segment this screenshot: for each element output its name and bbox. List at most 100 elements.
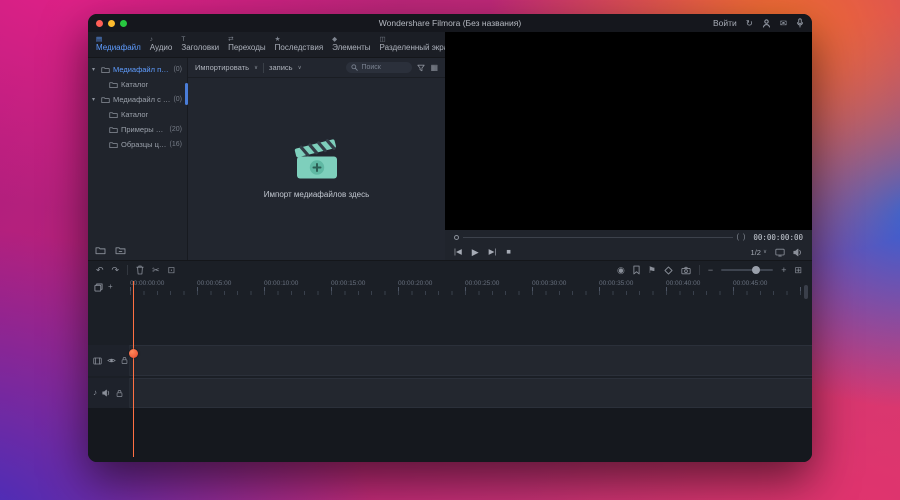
crop-icon[interactable]: ⊡ (168, 265, 176, 275)
sidebar-item[interactable]: ▾ Медиафайл с совме... (0) (88, 92, 187, 107)
tab-icon: ★ (274, 36, 281, 43)
new-folder-icon[interactable] (95, 246, 106, 255)
add-track-icon[interactable]: + (108, 283, 113, 291)
timeline-ruler[interactable]: 00:00:00:00 00:00:05:00 00:00:10:00 00:00:1… (130, 279, 812, 295)
delete-icon[interactable] (136, 265, 144, 275)
redo-icon[interactable]: ↷ (112, 265, 120, 275)
account-icon[interactable] (762, 18, 771, 28)
zoom-slider-handle[interactable] (752, 266, 761, 274)
tab-label: Переходы (228, 43, 266, 52)
search-input[interactable] (361, 64, 406, 71)
zoom-slider[interactable] (721, 266, 774, 274)
scrubber-track[interactable] (463, 236, 733, 238)
playhead-handle[interactable] (129, 349, 138, 358)
zoom-fit-icon[interactable]: ⊞ (794, 265, 802, 275)
search-box[interactable] (346, 62, 413, 73)
scrubber-handle[interactable] (454, 234, 459, 240)
undo-icon[interactable]: ↶ (96, 265, 104, 275)
ruler-timestamp: 00:00:30:00 (532, 280, 567, 287)
track-manage-header: + (88, 279, 130, 295)
zoom-window-button[interactable] (120, 19, 127, 27)
toolbar-tab[interactable]: ⇄ Переходы (228, 36, 266, 53)
ruler-timestamp: 00:00:00:00 (130, 280, 165, 287)
delete-folder-icon[interactable] (115, 246, 126, 255)
toolbar-tab[interactable]: ◫ Разделенный экран (380, 36, 453, 53)
close-window-button[interactable] (96, 19, 103, 27)
next-frame-button[interactable]: ▶| (489, 248, 497, 256)
sync-icon[interactable]: ↻ (746, 19, 753, 28)
ruler-timestamp: 00:00:35:00 (599, 280, 634, 287)
sidebar-item[interactable]: ▾ Образцы цветов (16) (88, 137, 187, 152)
folder-icon (101, 66, 110, 74)
flag-icon[interactable]: ⚑ (648, 265, 656, 275)
filter-icon[interactable] (417, 64, 426, 72)
preview-timecode: 00:00:00:00 (753, 232, 803, 242)
keyframe-icon[interactable] (664, 265, 673, 275)
record-voiceover-icon[interactable]: ◉ (617, 265, 625, 275)
ruler-timestamp: 00:00:25:00 (465, 280, 500, 287)
preview-screen[interactable] (445, 32, 812, 230)
disclosure-icon[interactable]: ▾ (92, 66, 98, 73)
sidebar-item-count: (0) (173, 66, 182, 73)
zoom-out-icon[interactable]: − (708, 265, 713, 275)
lock-icon[interactable] (116, 389, 123, 398)
sidebar-item-label: Медиафайл с совме... (113, 95, 171, 104)
mark-out-icon[interactable]: ) (743, 234, 745, 241)
panel-resize-handle[interactable] (185, 83, 188, 105)
tab-label: Разделенный экран (379, 43, 453, 52)
playhead[interactable] (129, 281, 138, 457)
tab-icon: ◫ (379, 36, 386, 43)
snapshot-icon[interactable] (681, 266, 691, 275)
login-button[interactable]: Войти (713, 18, 737, 28)
view-grid-icon[interactable]: ▦ (430, 63, 438, 72)
fullscreen-icon[interactable] (775, 248, 785, 257)
manage-tracks-icon[interactable] (94, 282, 103, 292)
sidebar-item-label: Образцы цветов (121, 140, 167, 149)
sidebar-item-count: (0) (173, 96, 182, 103)
record-dropdown[interactable]: запись (269, 63, 293, 72)
marker-icon[interactable] (633, 265, 640, 275)
sidebar-item[interactable]: ▾ Примеры видео (20) (88, 122, 187, 137)
stop-button[interactable]: ■ (506, 248, 511, 256)
preview-quality-dropdown[interactable]: 1/2 ∨ (751, 248, 767, 257)
tab-label: Элементы (332, 43, 371, 52)
timeline-section: ↶ ↷ ✂ ⊡ ◉ ⚑ − + ⊞ + 00:00:00:00 00:00:05… (88, 260, 812, 462)
sidebar-item[interactable]: ▾ Медиафайл проекта (0) (88, 62, 187, 77)
folder-icon (101, 96, 110, 104)
media-panel-header: Импортировать ∨ запись ∨ Поиск ▦ (188, 58, 445, 78)
eye-icon[interactable] (107, 357, 116, 364)
app-window: Wondershare Filmora (Без названия) Войти… (88, 14, 812, 462)
sidebar-item[interactable]: ▾ Каталог (88, 77, 187, 92)
disclosure-icon[interactable]: ▾ (92, 96, 98, 103)
toolbar-tab[interactable]: T Заголовки (181, 36, 219, 53)
audio-track-lane[interactable] (130, 378, 812, 408)
mark-in-icon[interactable]: ( (737, 234, 739, 241)
divider (263, 62, 265, 73)
toolbar-tab[interactable]: ▤ Медиафайл (96, 36, 141, 53)
mail-icon[interactable]: ✉ (780, 19, 787, 28)
mute-icon[interactable] (102, 389, 111, 397)
media-empty-state[interactable]: Импорт медиафайлов здесь (188, 78, 445, 260)
play-button[interactable]: ▶ (472, 247, 479, 257)
tab-icon: ♪ (149, 36, 154, 43)
main-toolbar: ▤ Медиафайл ♪ Аудио T Заголовки ⇄ Перехо… (88, 32, 505, 58)
mic-icon[interactable] (796, 18, 804, 28)
lock-icon[interactable] (121, 356, 128, 365)
toolbar-tab[interactable]: ♪ Аудио (150, 36, 173, 53)
split-icon[interactable]: ✂ (152, 265, 160, 275)
video-track-lane[interactable] (130, 345, 812, 376)
import-dropdown[interactable]: Импортировать (195, 63, 249, 72)
sidebar-item[interactable]: ▾ Каталог (88, 107, 187, 122)
volume-icon[interactable] (793, 248, 803, 257)
sidebar-item-label: Каталог (121, 80, 149, 89)
ruler-timestamp: 00:00:15:00 (331, 280, 366, 287)
zoom-in-icon[interactable]: + (781, 265, 786, 275)
toolbar-tab[interactable]: ★ Последствия (275, 36, 324, 53)
sidebar-item-label: Примеры видео (121, 125, 167, 134)
previous-frame-button[interactable]: |◀ (454, 248, 462, 256)
tab-icon: ◆ (332, 36, 338, 43)
vertical-scrollbar-thumb[interactable] (804, 285, 808, 299)
toolbar-tab[interactable]: ◆ Элементы (332, 36, 370, 53)
chevron-down-icon: ∨ (254, 64, 259, 71)
minimize-window-button[interactable] (108, 19, 115, 27)
